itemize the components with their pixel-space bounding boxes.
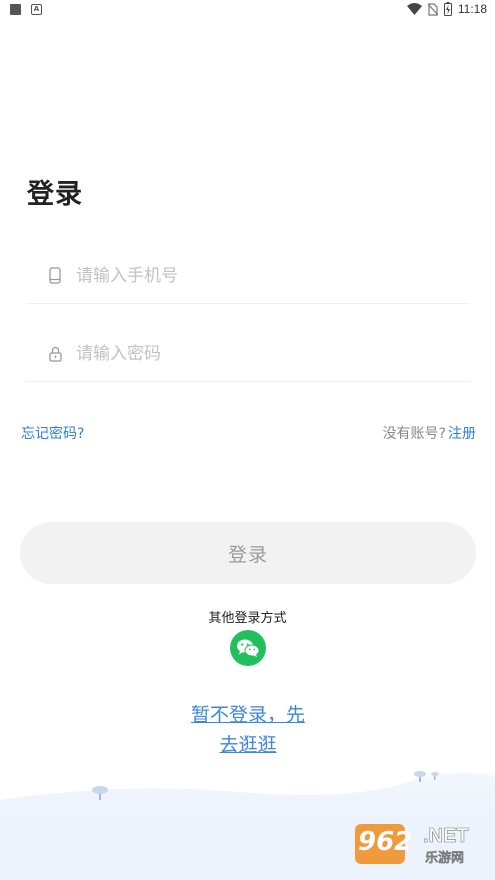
battery-charging-icon [443,2,452,16]
wechat-login-button[interactable] [230,630,266,666]
skip-login-link[interactable]: 暂不登录，先 去逛逛 [178,700,318,760]
phone-icon [46,267,64,285]
no-sim-icon [427,2,438,16]
register-prompt: 没有账号? 注册 [383,423,476,443]
a-notification-icon: A [31,4,42,15]
lock-icon [46,345,64,363]
wechat-icon [237,639,260,657]
phone-input[interactable] [76,265,436,286]
watermark-suffix: .NET [423,825,469,847]
phone-field[interactable] [26,248,470,304]
status-bar: A 11:18 [0,0,495,22]
wifi-icon [406,3,422,15]
password-field[interactable] [26,326,470,382]
watermark-logo: 962 .NET 乐游网 [353,820,487,872]
clock: 11:18 [457,2,487,16]
register-link[interactable]: 注册 [448,426,476,442]
no-account-label: 没有账号? [382,426,446,442]
forgot-password-link[interactable]: 忘记密码? [21,423,84,443]
password-input[interactable] [76,343,436,364]
skip-line-1: 暂不登录，先 [190,704,305,726]
login-button[interactable]: 登录 [20,522,476,584]
status-left: A [10,4,42,15]
status-right: 11:18 [406,2,487,16]
page-title: 登录 [27,179,83,210]
skip-line-2: 去逛逛 [219,734,277,756]
other-login-label: 其他登录方式 [208,611,287,626]
square-notification-icon [10,4,21,15]
watermark-number: 962 [358,827,412,857]
watermark-caption: 乐游网 [425,850,464,866]
